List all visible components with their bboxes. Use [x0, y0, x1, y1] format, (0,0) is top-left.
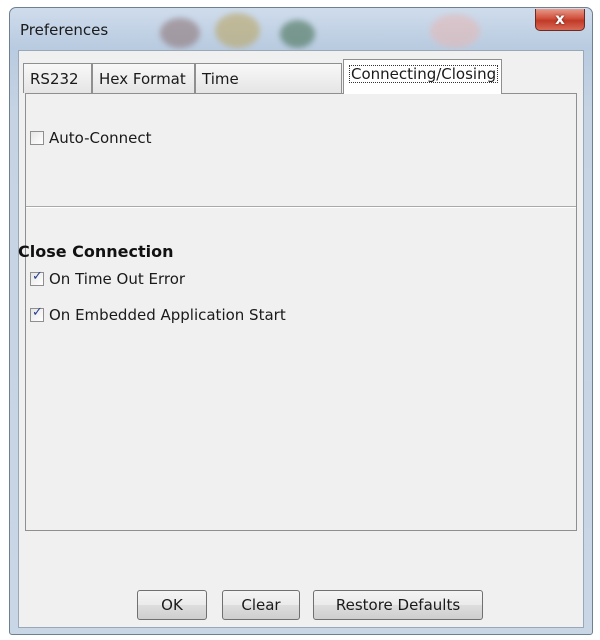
on-time-out-error-label: On Time Out Error [49, 270, 186, 288]
tab-hex-format[interactable]: Hex Format [92, 63, 195, 93]
clear-button[interactable]: Clear [222, 590, 300, 620]
tab-label: RS232 [30, 70, 79, 88]
on-time-out-error-checkbox-row[interactable]: On Time Out Error [30, 269, 186, 288]
tab-label: Connecting/Closing [349, 65, 499, 83]
preferences-window: Preferences x RS232 Hex Format Time Out/… [9, 7, 593, 635]
titlebar-decoration [280, 20, 315, 48]
on-embedded-app-start-label: On Embedded Application Start [49, 306, 286, 324]
tab-time-out-logging[interactable]: Time Out/Logging [195, 63, 342, 118]
auto-connect-label: Auto-Connect [49, 129, 152, 147]
close-connection-heading: Close Connection [18, 242, 174, 261]
close-icon: x [555, 10, 565, 28]
restore-defaults-button[interactable]: Restore Defaults [313, 590, 483, 620]
auto-connect-checkbox[interactable] [30, 131, 44, 145]
on-embedded-app-start-checkbox[interactable] [30, 305, 44, 322]
dialog-body: RS232 Hex Format Time Out/Logging Connec… [18, 50, 584, 628]
window-title: Preferences [20, 21, 109, 39]
tab-panel-connecting-closing: Auto-Connect Close Connection On Time Ou… [18, 93, 577, 531]
titlebar-decoration [160, 18, 200, 48]
separator [26, 206, 576, 208]
tab-connecting-closing[interactable]: Connecting/Closing [343, 59, 502, 94]
tab-label: Hex Format [99, 70, 186, 88]
on-time-out-error-checkbox[interactable] [30, 269, 44, 286]
ok-button[interactable]: OK [137, 590, 207, 620]
on-embedded-app-start-checkbox-row[interactable]: On Embedded Application Start [30, 305, 286, 324]
auto-connect-checkbox-row[interactable]: Auto-Connect [30, 129, 152, 147]
titlebar-decoration [215, 13, 260, 48]
tab-bar: RS232 Hex Format Time Out/Logging Connec… [19, 59, 583, 118]
close-button[interactable]: x [535, 9, 585, 31]
titlebar-decoration [430, 14, 480, 48]
tab-rs232[interactable]: RS232 [23, 63, 92, 93]
